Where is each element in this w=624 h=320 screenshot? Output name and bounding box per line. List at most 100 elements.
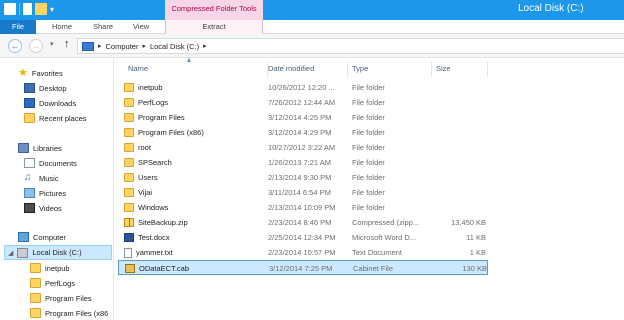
file-type: File folder bbox=[352, 143, 385, 152]
file-type: File folder bbox=[352, 128, 385, 137]
nav-item-program-files[interactable]: Program Files bbox=[30, 293, 92, 303]
nav-item-label: Program Files (x86 bbox=[45, 308, 109, 318]
file-type: Text Document bbox=[352, 248, 403, 257]
nav-item-videos[interactable]: Videos bbox=[24, 203, 62, 213]
documents-icon bbox=[24, 158, 35, 168]
navigation-pane: ★ Favorites Desktop Downloads Recent pla… bbox=[0, 58, 114, 320]
folder-icon bbox=[30, 263, 41, 273]
nav-item-label: PerfLogs bbox=[45, 278, 76, 288]
expand-arrow-icon[interactable]: ◢ bbox=[8, 249, 13, 257]
new-folder-icon[interactable] bbox=[35, 3, 47, 15]
nav-item-label: Downloads bbox=[39, 98, 77, 108]
zip-file-icon bbox=[124, 218, 134, 227]
file-type: File folder bbox=[352, 158, 385, 167]
file-name-cell: PerfLogs bbox=[124, 95, 266, 110]
nav-item-pictures[interactable]: Pictures bbox=[24, 188, 66, 198]
nav-libraries[interactable]: Libraries bbox=[18, 143, 62, 153]
file-type: Cabinet File bbox=[353, 264, 394, 273]
chevron-right-icon[interactable]: ▸ bbox=[98, 42, 102, 50]
tab-view[interactable]: View bbox=[133, 20, 149, 34]
file-row[interactable]: SPSearch 1/26/2013 7:21 AM File folder bbox=[118, 155, 488, 170]
nav-favorites[interactable]: ★ Favorites bbox=[18, 67, 63, 79]
file-row[interactable]: Vijai 3/11/2014 6:54 PM File folder bbox=[118, 185, 488, 200]
nav-item-music[interactable]: ♫ Music bbox=[24, 173, 59, 183]
tab-extract[interactable]: Extract bbox=[165, 20, 263, 34]
file-row[interactable]: SiteBackup.zip 2/23/2014 8:46 PM Compresse… bbox=[118, 215, 488, 230]
breadcrumb-local-disk[interactable]: Local Disk (C:) bbox=[150, 42, 199, 51]
file-type: File folder bbox=[352, 83, 385, 92]
page-icon[interactable] bbox=[23, 3, 32, 15]
folder-icon bbox=[30, 293, 41, 303]
nav-item-perflogs[interactable]: PerfLogs bbox=[30, 278, 75, 288]
file-row[interactable]: Users 2/13/2014 9:30 PM File folder bbox=[118, 170, 488, 185]
column-header-size[interactable]: Size bbox=[432, 62, 488, 77]
tab-share[interactable]: Share bbox=[93, 20, 113, 34]
nav-item-recent-places[interactable]: Recent places bbox=[24, 113, 87, 123]
back-button[interactable]: ← bbox=[8, 39, 22, 53]
chevron-right-icon[interactable]: ▸ bbox=[203, 42, 207, 50]
file-size bbox=[434, 185, 486, 200]
file-row[interactable]: Program Files (x86) 3/12/2014 4:29 PM File… bbox=[118, 125, 488, 140]
forward-button[interactable]: → bbox=[29, 39, 43, 53]
file-name-cell: Windows bbox=[124, 200, 266, 215]
quick-access-toolbar: ▾ bbox=[4, 3, 54, 15]
computer-icon bbox=[18, 232, 29, 242]
recent-locations-chevron-icon[interactable]: ▾ bbox=[50, 40, 54, 48]
music-icon: ♫ bbox=[24, 172, 32, 183]
file-date: 2/13/2014 10:09 PM bbox=[268, 203, 336, 212]
nav-item-downloads[interactable]: Downloads bbox=[24, 98, 76, 108]
properties-icon[interactable] bbox=[4, 3, 16, 15]
column-header-type[interactable]: Type bbox=[348, 62, 432, 77]
downloads-icon bbox=[24, 98, 35, 108]
file-row[interactable]: root 10/27/2012 3:22 AM File folder bbox=[118, 140, 488, 155]
nav-item-inetpub[interactable]: inetpub bbox=[30, 263, 70, 273]
file-size bbox=[434, 80, 486, 95]
file-type: File folder bbox=[352, 203, 385, 212]
file-row[interactable]: Program Files 3/12/2014 4:25 PM File folde… bbox=[118, 110, 488, 125]
chevron-down-icon[interactable]: ▾ bbox=[50, 5, 54, 14]
chevron-right-icon[interactable]: ▸ bbox=[142, 42, 146, 50]
nav-item-label: Recent places bbox=[39, 113, 87, 123]
file-name: inetpub bbox=[138, 83, 163, 92]
column-header-date[interactable]: Date modified bbox=[264, 62, 348, 77]
nav-computer[interactable]: Computer bbox=[18, 232, 66, 242]
folder-icon bbox=[30, 278, 41, 288]
file-row[interactable]: Windows 2/13/2014 10:09 PM File folder bbox=[118, 200, 488, 215]
file-size bbox=[434, 170, 486, 185]
file-name: yammer.txt bbox=[136, 248, 173, 257]
file-size: 1 KB bbox=[469, 248, 486, 257]
nav-item-documents[interactable]: Documents bbox=[24, 158, 77, 168]
nav-item-label: Program Files bbox=[45, 293, 92, 303]
file-name: Users bbox=[138, 173, 158, 182]
recent-places-icon bbox=[24, 113, 35, 123]
window-title: Local Disk (C:) bbox=[518, 3, 584, 14]
file-date: 2/13/2014 9:30 PM bbox=[268, 173, 332, 182]
address-bar[interactable]: ▸ Computer ▸ Local Disk (C:) ▸ bbox=[77, 38, 624, 54]
up-arrow-icon[interactable]: ↑ bbox=[64, 38, 70, 50]
file-row[interactable]: PerfLogs 7/26/2012 12:44 AM File folder bbox=[118, 95, 488, 110]
breadcrumb-computer[interactable]: Computer bbox=[106, 42, 139, 51]
star-icon: ★ bbox=[18, 67, 28, 79]
nav-item-desktop[interactable]: Desktop bbox=[24, 83, 67, 93]
nav-item-program-files-x86[interactable]: Program Files (x86 bbox=[30, 308, 108, 318]
file-name-cell: SiteBackup.zip bbox=[124, 215, 266, 230]
file-row[interactable]: Test.docx 2/25/2014 12:34 PM Microsoft Wor… bbox=[118, 230, 488, 245]
tab-file[interactable]: File bbox=[0, 20, 36, 34]
file-date: 2/25/2014 12:34 PM bbox=[268, 233, 336, 242]
column-header-name[interactable]: Name bbox=[124, 62, 268, 77]
file-row[interactable]: yammer.txt 2/23/2014 10:57 PM Text Documen… bbox=[118, 245, 488, 260]
title-bar: ▾ Compressed Folder Tools Local Disk (C:… bbox=[0, 0, 624, 20]
file-name: Vijai bbox=[138, 188, 153, 197]
text-document-icon bbox=[124, 247, 132, 258]
nav-item-label: Pictures bbox=[39, 188, 67, 198]
file-row[interactable]: inetpub 10/26/2012 12:20 ... File folder bbox=[118, 80, 488, 95]
navigation-bar: ← → ▾ ↑ ▸ Computer ▸ Local Disk (C:) ▸ bbox=[0, 34, 624, 58]
folder-icon bbox=[124, 203, 134, 212]
file-date: 7/26/2012 12:44 AM bbox=[268, 98, 336, 107]
tab-home[interactable]: Home bbox=[52, 20, 72, 34]
nav-item-local-disk[interactable]: ◢ Local Disk (C:) bbox=[4, 245, 112, 260]
file-name: Program Files bbox=[138, 113, 185, 122]
file-date: 3/12/2014 4:29 PM bbox=[268, 128, 332, 137]
file-row[interactable]: ODataECT.cab 3/12/2014 7:25 PM Cabinet Fil… bbox=[118, 260, 488, 275]
file-size: 13,450 KB bbox=[450, 218, 486, 227]
